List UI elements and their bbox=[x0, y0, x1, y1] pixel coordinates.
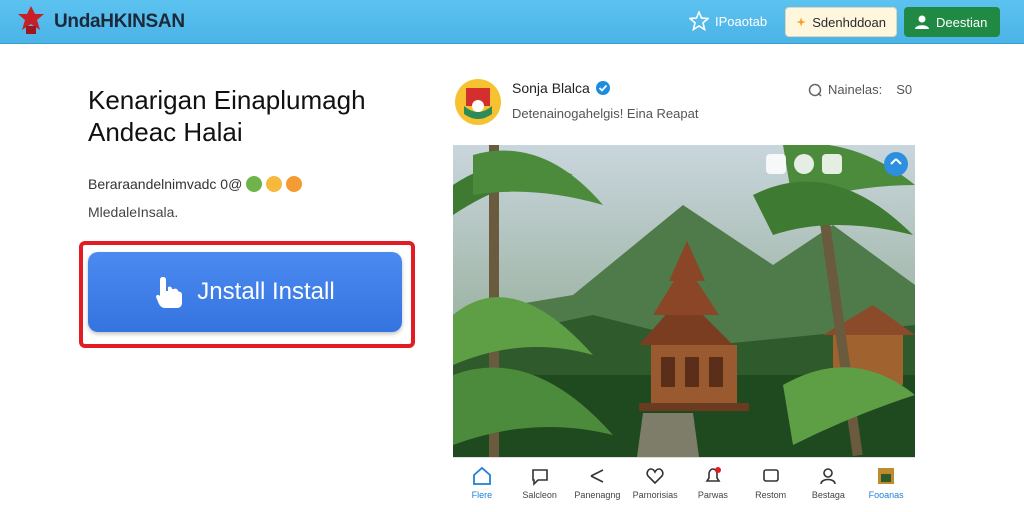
photo-action-icon[interactable] bbox=[766, 154, 786, 174]
nav-label: Parwas bbox=[697, 489, 728, 500]
secondary-button[interactable]: Sdenhddoan bbox=[785, 7, 897, 37]
star-icon bbox=[689, 11, 709, 31]
stats-count: S0 bbox=[896, 82, 913, 97]
chat-icon bbox=[531, 468, 548, 486]
laugh-emoji-icon bbox=[286, 176, 303, 192]
sparkle-icon bbox=[796, 17, 806, 27]
share-icon bbox=[591, 468, 604, 483]
author-name-text: Sonja Blalca bbox=[512, 80, 590, 96]
brand-name[interactable]: UndaHKINSAN bbox=[54, 11, 185, 33]
description-text: Beraraandelnimvadc 0@ bbox=[88, 176, 243, 192]
nav-item-thumbnail[interactable]: Fooanas bbox=[861, 466, 911, 500]
nav-label: Restom bbox=[755, 489, 787, 500]
favorite-label: IPoaotab bbox=[715, 13, 768, 29]
thumbnail-icon bbox=[878, 467, 895, 484]
nav-label: Bestaga bbox=[811, 489, 845, 500]
nav-item-favorites[interactable]: Parnorisias bbox=[630, 466, 680, 500]
message-icon bbox=[762, 468, 779, 482]
page-title: Kenarigan Einaplumagh Andeac Halai bbox=[88, 84, 418, 148]
description: Beraraandelnimvadc 0@ bbox=[88, 176, 303, 192]
notification-icon bbox=[705, 466, 721, 482]
logo-icon[interactable] bbox=[14, 4, 48, 38]
nav-item-notifications[interactable]: Parwas bbox=[688, 466, 738, 500]
nav-item-home[interactable]: Flere bbox=[457, 466, 507, 500]
favorite-link[interactable]: IPoaotab bbox=[689, 9, 767, 33]
post-stats[interactable]: Nainelas: S0 bbox=[808, 82, 912, 97]
nav-label: Fooanas bbox=[868, 489, 904, 500]
temple-jungle-image bbox=[453, 145, 915, 457]
secondary-button-label: Sdenhddoan bbox=[812, 14, 886, 30]
comment-icon bbox=[808, 83, 822, 97]
home-icon bbox=[472, 466, 491, 485]
title-line-1: Kenarigan Einaplumagh bbox=[88, 85, 366, 115]
post-subtitle: Detenainogahelgis! Eina Reapat bbox=[512, 106, 699, 121]
bottom-navigation: Flere Salcleon Panenagng Parnorisias Par… bbox=[453, 457, 915, 507]
verified-icon bbox=[595, 81, 610, 95]
nav-item-share[interactable]: Panenagng bbox=[572, 466, 622, 500]
nav-item-chat[interactable]: Salcleon bbox=[515, 466, 565, 500]
clover-emoji-icon bbox=[246, 176, 263, 192]
nav-item-profile[interactable]: Bestaga bbox=[803, 466, 853, 500]
hand-pointer-icon bbox=[156, 277, 183, 308]
profile-icon bbox=[820, 467, 837, 484]
nav-label: Panenagng bbox=[574, 489, 621, 500]
user-icon bbox=[915, 15, 929, 29]
title-line-2: Andeac Halai bbox=[88, 117, 243, 147]
subtext: MledaleInsala. bbox=[88, 204, 179, 220]
photo-action-icon[interactable] bbox=[822, 154, 842, 174]
heart-icon bbox=[646, 467, 664, 484]
author-name[interactable]: Sonja Blalca bbox=[512, 80, 610, 96]
top-bar: UndaHKINSAN IPoaotab Sdenhddoan Deestian bbox=[0, 0, 1024, 44]
install-button-label: Jnstall Install bbox=[197, 278, 335, 305]
nav-item-messages[interactable]: Restom bbox=[746, 466, 796, 500]
expand-icon[interactable] bbox=[884, 152, 908, 176]
post-image[interactable] bbox=[453, 145, 915, 457]
primary-header-button[interactable]: Deestian bbox=[904, 7, 1000, 37]
primary-header-button-label: Deestian bbox=[936, 14, 988, 30]
photo-action-icon[interactable] bbox=[794, 154, 814, 174]
stats-label: Nainelas: bbox=[828, 82, 883, 97]
photo-actions bbox=[766, 154, 842, 174]
install-button[interactable]: Jnstall Install bbox=[88, 252, 402, 332]
author-avatar[interactable] bbox=[454, 78, 502, 126]
smile-emoji-icon bbox=[266, 176, 283, 192]
nav-label: Salcleon bbox=[522, 489, 557, 500]
nav-label: Parnorisias bbox=[632, 489, 678, 500]
nav-label: Flere bbox=[471, 489, 493, 500]
